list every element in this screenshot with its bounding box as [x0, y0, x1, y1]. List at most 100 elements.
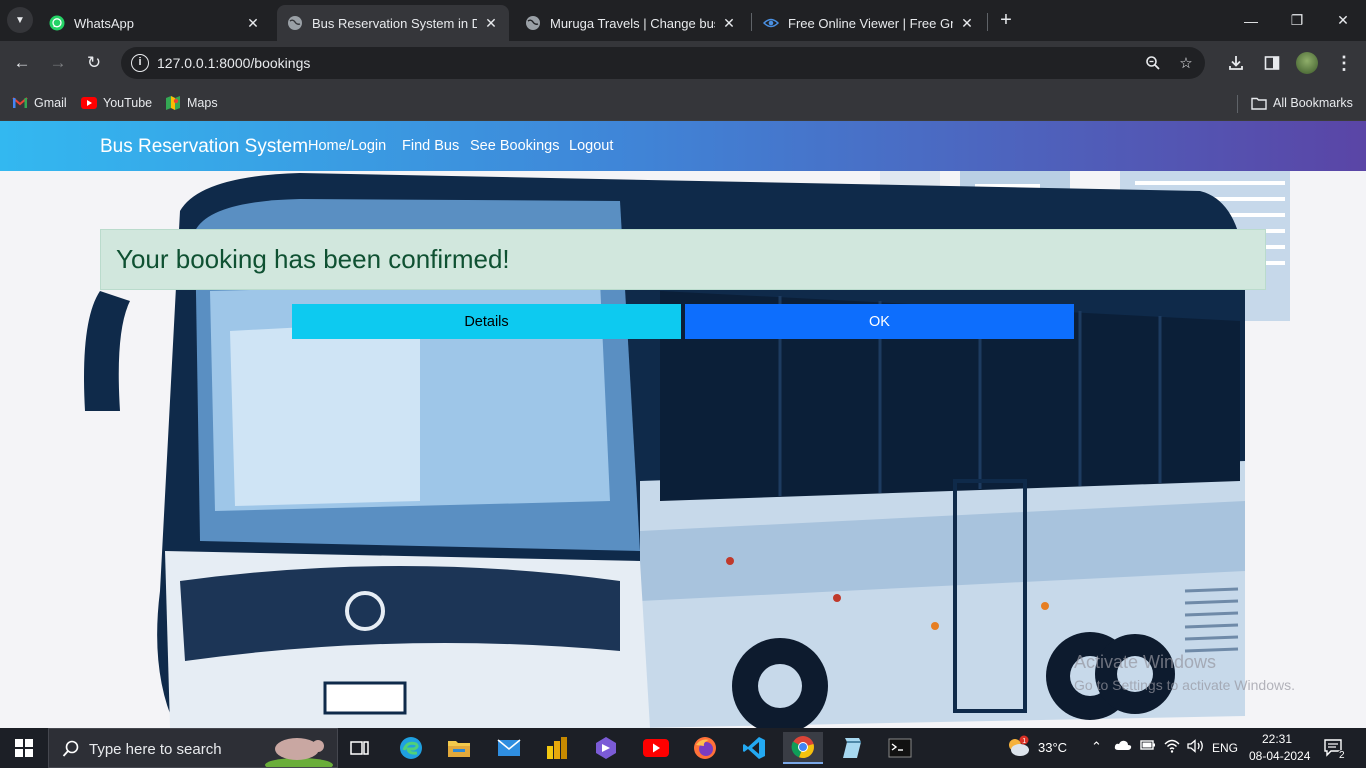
gmail-icon — [12, 96, 28, 110]
tab-muruga-travels[interactable]: Muruga Travels | Change bus | D ✕ — [515, 5, 747, 41]
taskbar-youtube[interactable] — [636, 732, 676, 764]
maps-icon — [165, 96, 181, 110]
profile-button[interactable] — [1293, 49, 1321, 77]
restore-button[interactable]: ❐ — [1274, 0, 1320, 41]
tab-whatsapp[interactable]: WhatsApp ✕ — [39, 5, 271, 41]
tab-bus-reservation[interactable]: Bus Reservation System in Djang ✕ — [277, 5, 509, 41]
power-bi-icon — [547, 737, 567, 759]
taskbar-file-explorer[interactable] — [439, 732, 479, 764]
windows-taskbar: Type here to search 1 33°C ⌃ ENG 22:31 0… — [0, 728, 1366, 768]
chevron-down-icon: ▼ — [15, 14, 25, 26]
new-tab-button[interactable]: + — [994, 9, 1018, 33]
clock-date[interactable]: 08-04-2024 — [1249, 749, 1310, 763]
firefox-icon — [694, 737, 716, 759]
chevron-up-icon[interactable]: ⌃ — [1091, 739, 1102, 755]
side-panel-button[interactable] — [1258, 49, 1286, 77]
svg-text:1: 1 — [1022, 738, 1026, 745]
chrome-icon — [791, 736, 814, 759]
ok-button[interactable]: OK — [685, 304, 1074, 339]
folder-icon — [1251, 96, 1267, 110]
tab-separator — [751, 13, 752, 31]
bookmark-star-icon[interactable]: ☆ — [1175, 52, 1197, 74]
tab-title: Muruga Travels | Change bus | D — [550, 15, 715, 31]
taskbar-mail[interactable] — [489, 732, 529, 764]
onedrive-icon[interactable] — [1114, 739, 1132, 754]
clipchamp-icon — [596, 737, 616, 759]
reload-icon: ↻ — [86, 53, 102, 72]
mail-icon — [497, 739, 521, 756]
bookmark-label: Maps — [187, 96, 218, 110]
close-icon[interactable]: ✕ — [245, 15, 261, 32]
language-indicator[interactable]: ENG — [1212, 741, 1238, 755]
tab-free-online-viewer[interactable]: Free Online Viewer | Free Group ✕ — [753, 5, 985, 41]
taskbar-edge[interactable] — [391, 732, 431, 764]
bookmark-gmail[interactable]: Gmail — [12, 93, 67, 113]
alert-message: Your booking has been confirmed! — [116, 244, 510, 274]
youtube-icon — [81, 96, 97, 110]
eye-icon — [763, 15, 779, 31]
start-button[interactable] — [0, 728, 48, 768]
close-icon: ✕ — [1337, 12, 1349, 28]
youtube-icon — [643, 739, 669, 757]
reload-button[interactable]: ↻ — [80, 49, 108, 77]
arrow-right-icon: → — [49, 53, 67, 72]
menu-button[interactable]: ⋮ — [1330, 49, 1358, 77]
bookmark-label: Gmail — [34, 96, 67, 110]
avatar — [1296, 52, 1318, 74]
weather-temperature[interactable]: 33°C — [1038, 740, 1067, 755]
bookmark-maps[interactable]: Maps — [165, 93, 218, 113]
taskbar-firefox[interactable] — [685, 732, 725, 764]
all-bookmarks-button[interactable]: All Bookmarks — [1251, 93, 1353, 113]
nav-home-login[interactable]: Home/Login — [308, 138, 386, 154]
bookmark-youtube[interactable]: YouTube — [81, 93, 152, 113]
taskbar-vscode[interactable] — [734, 732, 774, 764]
restore-icon: ❐ — [1290, 12, 1304, 28]
minimize-button[interactable]: — — [1228, 0, 1274, 41]
navbar-brand[interactable]: Bus Reservation System — [100, 136, 308, 158]
url-text[interactable]: 127.0.0.1:8000/bookings — [157, 55, 310, 71]
nav-logout[interactable]: Logout — [569, 138, 613, 154]
clock-time[interactable]: 22:31 — [1262, 732, 1292, 746]
taskbar-chrome[interactable] — [783, 732, 823, 764]
globe-icon — [525, 15, 541, 31]
zoom-icon[interactable] — [1142, 52, 1164, 74]
close-icon[interactable]: ✕ — [721, 15, 737, 32]
close-icon[interactable]: ✕ — [483, 15, 499, 32]
notification-badge: 2 — [1337, 750, 1347, 761]
close-icon[interactable]: ✕ — [959, 15, 975, 32]
battery-icon[interactable] — [1140, 739, 1156, 754]
browser-toolbar: ← → ↻ i 127.0.0.1:8000/bookings ☆ ⋮ — [0, 41, 1366, 85]
notepad-icon — [843, 738, 861, 758]
search-highlight-icon — [265, 738, 333, 767]
arrow-left-icon: ← — [13, 53, 31, 72]
taskbar-clipchamp[interactable] — [586, 732, 626, 764]
back-button[interactable]: ← — [8, 49, 36, 77]
close-window-button[interactable]: ✕ — [1320, 0, 1366, 41]
taskbar-power-bi[interactable] — [537, 732, 577, 764]
site-info-icon[interactable]: i — [131, 54, 149, 72]
details-button[interactable]: Details — [292, 304, 681, 339]
search-placeholder: Type here to search — [89, 741, 222, 758]
globe-icon — [287, 15, 303, 31]
address-bar[interactable]: i 127.0.0.1:8000/bookings ☆ — [121, 47, 1205, 79]
task-view-button[interactable] — [340, 732, 380, 764]
wifi-icon[interactable] — [1164, 739, 1180, 756]
nav-find-bus[interactable]: Find Bus — [402, 138, 459, 154]
web-page: Bus Reservation System Home/Login Find B… — [0, 121, 1366, 728]
tab-search-button[interactable]: ▼ — [7, 7, 33, 33]
downloads-button[interactable] — [1222, 49, 1250, 77]
weather-icon[interactable]: 1 — [1005, 735, 1031, 762]
whatsapp-icon — [49, 15, 65, 31]
booking-confirmed-alert: Your booking has been confirmed! — [100, 229, 1266, 290]
forward-button[interactable]: → — [44, 49, 72, 77]
plus-icon: + — [1000, 9, 1012, 31]
taskbar-notepad[interactable] — [832, 732, 872, 764]
taskbar-terminal[interactable] — [880, 732, 920, 764]
bookmark-label: All Bookmarks — [1273, 96, 1353, 110]
side-panel-icon — [1264, 56, 1280, 70]
bookmark-label: YouTube — [103, 96, 153, 110]
nav-see-bookings[interactable]: See Bookings — [470, 138, 559, 154]
volume-icon[interactable] — [1187, 739, 1205, 756]
task-view-icon — [350, 741, 369, 755]
taskbar-search-box[interactable]: Type here to search — [48, 728, 338, 768]
